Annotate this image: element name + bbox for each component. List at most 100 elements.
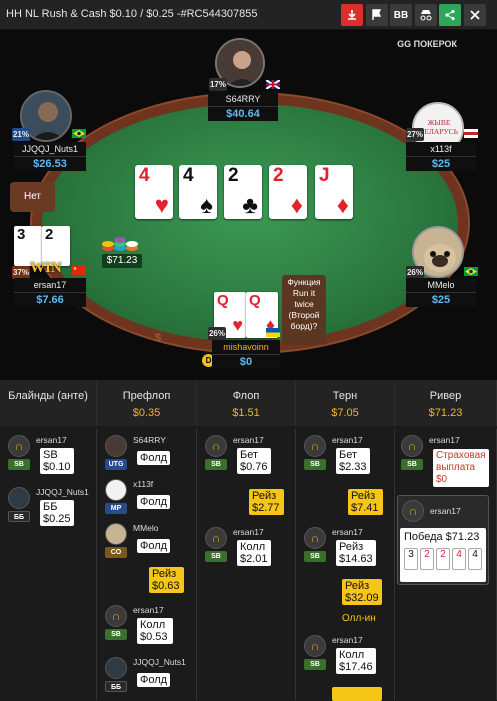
- close-icon: [470, 10, 480, 20]
- position-badge: UTG: [105, 459, 127, 470]
- insurance-payout: Страховая выплата $0: [433, 449, 489, 487]
- action-chip: Фолд: [137, 539, 171, 553]
- raise-chip: Рейз $0.63: [149, 567, 184, 593]
- position-badge: ББ: [8, 511, 30, 522]
- position-badge: SB: [304, 551, 326, 562]
- preflop-column: S64RRY UTG Фолд x113f MP Фолд MMelo CO Ф…: [97, 429, 197, 700]
- action-chip: Рейз $14.63: [336, 540, 376, 566]
- street-pot: $1.51: [232, 407, 260, 419]
- flag-icon: [372, 9, 382, 20]
- action-chip: Колл $0.53: [137, 618, 173, 644]
- raise-chip-partial: [332, 687, 382, 701]
- spy-button[interactable]: [415, 4, 437, 26]
- player-avatar-icon: [105, 479, 127, 501]
- horseshoe-avatar-icon: ∩: [401, 435, 423, 457]
- player-name: mishavoinn: [212, 340, 280, 354]
- action-player-name: JJQQJ_Nuts1: [133, 657, 186, 667]
- hand-title: HH NL Rush & Cash $0.10 / $0.25 -#RC5443…: [6, 8, 258, 20]
- action-chip: Бет $0.76: [237, 448, 271, 474]
- vpip-badge: 27%: [406, 128, 424, 141]
- card-rank: 2: [45, 226, 54, 243]
- action-player-name: x113f: [133, 479, 154, 489]
- street-header-blinds[interactable]: Блайнды (анте): [0, 380, 97, 426]
- position-badge: SB: [401, 459, 423, 470]
- action-player-name: ersan17: [233, 435, 264, 445]
- winning-card: 4: [452, 548, 466, 570]
- player-avatar-icon: [105, 435, 127, 457]
- card-rank: 3: [17, 226, 26, 243]
- turn-column: ∩ ersan17 SB Бет $2.33 Рейз $7.41 ∩ ersa…: [296, 429, 395, 701]
- rail-dollar: $: [155, 332, 162, 344]
- street-header-river[interactable]: Ривер $71.23: [395, 380, 497, 426]
- action-player-name: ersan17: [332, 527, 363, 537]
- player-avatar-icon: [8, 487, 30, 509]
- street-label: Префлоп: [122, 390, 171, 402]
- pot-amount: $71.23: [102, 254, 142, 268]
- report-button[interactable]: [366, 4, 388, 26]
- street-pot: $71.23: [428, 407, 463, 419]
- action-chip: SB $0.10: [40, 448, 74, 474]
- street-header-flop[interactable]: Флоп $1.51: [197, 380, 296, 426]
- action-player-name: ersan17: [332, 435, 363, 445]
- player-name: JJQQJ_Nuts1: [14, 142, 86, 156]
- action-player-name: ersan17: [430, 506, 461, 516]
- winner-panel: Победа $71.23 3 2 2 4 4: [400, 528, 486, 582]
- bb-toggle-button[interactable]: BB: [390, 4, 412, 26]
- close-button[interactable]: [464, 4, 486, 26]
- board-card-5: J ♦: [315, 165, 353, 219]
- street-label: Блайнды (анте): [8, 390, 88, 402]
- diamond-suit-icon: ♦: [336, 192, 349, 219]
- card-rank: 4: [183, 165, 194, 186]
- blinds-column: ∩ ersan17 SB SB $0.10 JJQQJ_Nuts1 ББ ББ …: [0, 429, 97, 700]
- action-chip: Фолд: [137, 673, 171, 687]
- card-rank: 2: [228, 165, 239, 186]
- uk-flag-icon: [266, 80, 280, 89]
- vpip-badge: 21%: [12, 128, 30, 141]
- player-stack: $7.66: [14, 292, 86, 307]
- vpip-badge: 26%: [208, 327, 226, 340]
- incognito-icon: [420, 10, 432, 21]
- brazil-flag-icon: [72, 129, 86, 138]
- position-badge: SB: [205, 459, 227, 470]
- street-header-preflop[interactable]: Префлоп $0.35: [97, 380, 197, 426]
- pot-chips-icon: [100, 233, 144, 255]
- horseshoe-avatar-icon: ∩: [105, 605, 127, 627]
- action-player-name: S64RRY: [133, 435, 166, 445]
- position-badge: SB: [105, 629, 127, 640]
- run-it-twice-bubble: Функция Run it twice (Второй борд)?: [282, 275, 326, 345]
- horseshoe-avatar-icon: ∩: [304, 435, 326, 457]
- vpip-badge: 17%: [209, 78, 227, 91]
- action-chip: Колл $17.46: [336, 648, 376, 674]
- action-chip: Фолд: [137, 451, 171, 465]
- share-button[interactable]: [439, 4, 461, 26]
- action-player-name: JJQQJ_Nuts1: [36, 487, 89, 497]
- action-player-name: ersan17: [429, 435, 460, 445]
- player-name: S64RRY: [208, 92, 278, 106]
- river-column: ∩ ersan17 SB Страховая выплата $0 ∩ ersa…: [395, 429, 497, 700]
- street-pot: $7.05: [331, 407, 359, 419]
- raise-chip: Рейз $32.09: [342, 579, 382, 605]
- download-button[interactable]: [341, 4, 363, 26]
- heart-suit-icon: ♥: [154, 192, 169, 219]
- action-player-name: MMelo: [133, 523, 159, 533]
- player-stack: $0: [212, 354, 280, 369]
- position-badge: ББ: [105, 681, 127, 692]
- share-icon: [445, 9, 455, 21]
- position-badge: CO: [105, 547, 127, 558]
- raise-chip: Рейз $7.41: [348, 489, 383, 515]
- board-card-3: 2 ♣: [224, 165, 262, 219]
- player-stack: $26.53: [14, 156, 86, 171]
- brand-logo: GG ПОКЕРОК: [397, 39, 457, 49]
- club-suit-icon: ♣: [242, 192, 258, 219]
- horseshoe-avatar-icon: ∩: [205, 435, 227, 457]
- street-header-turn[interactable]: Терн $7.05: [296, 380, 395, 426]
- player-stack: $40.64: [208, 106, 278, 121]
- action-player-name: ersan17: [133, 605, 164, 615]
- winning-card: 2: [436, 548, 450, 570]
- board-card-1: 4 ♥: [135, 165, 173, 219]
- brazil-flag-icon: [464, 267, 478, 276]
- player-name: ersan17: [14, 278, 86, 292]
- player-name: x113f: [406, 142, 476, 156]
- board-card-4: 2 ♦: [269, 165, 307, 219]
- action-player-name: ersan17: [332, 635, 363, 645]
